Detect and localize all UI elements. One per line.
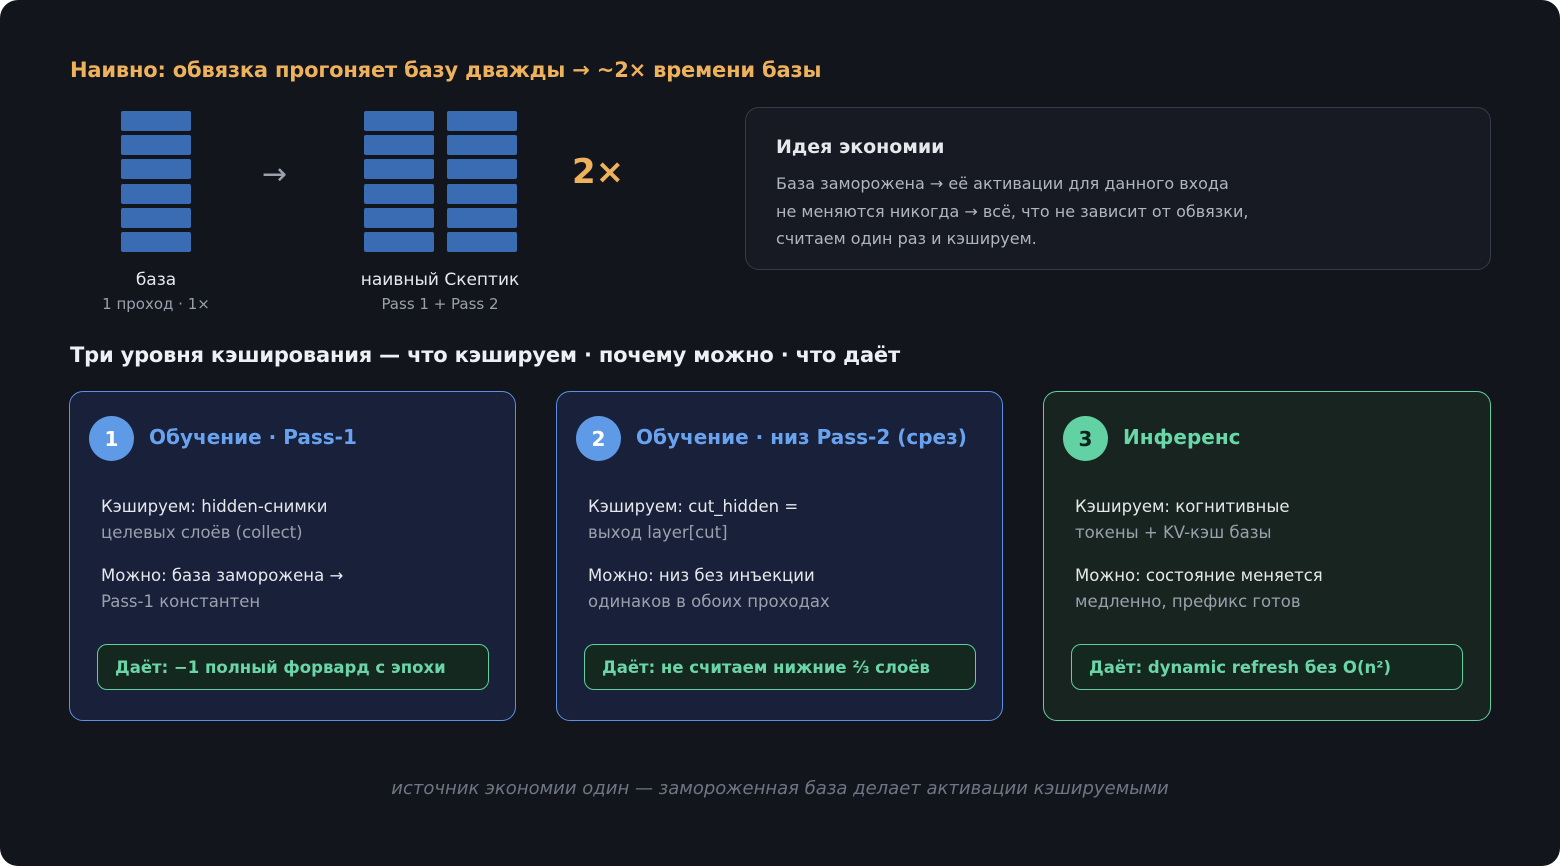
- idea-line: База заморожена → её активации для данно…: [776, 174, 1229, 193]
- pass2-layer: [447, 135, 517, 156]
- levels-heading: Три уровня кэширования — что кэшируем · …: [70, 343, 900, 367]
- pass1-layer-stack: [364, 111, 434, 256]
- idea-line: считаем один раз и кэшируем.: [776, 229, 1037, 248]
- cache-level-card-2: 2 Обучение · низ Pass-2 (срез) Кэшируем:…: [556, 391, 1003, 721]
- base-layer: [121, 207, 191, 228]
- cache-what: Кэшируем: cut_hidden =: [588, 497, 799, 516]
- base-subtitle: 1 проход · 1×: [102, 295, 210, 313]
- cache-level-card-1: 1 Обучение · Pass-1 Кэшируем: hidden-сни…: [69, 391, 516, 721]
- pass1-layer: [364, 111, 434, 131]
- cache-why-detail: одинаков в обоих проходах: [588, 592, 830, 611]
- naive-heading: Наивно: обвязка прогоняет базу дважды → …: [70, 58, 822, 82]
- footer-note: источник экономии один — замороженная ба…: [391, 778, 1169, 799]
- pass1-layer: [364, 159, 434, 180]
- naive-label: наивный Скептик Pass 1 + Pass 2: [320, 270, 560, 313]
- base-layer-stack: [121, 111, 191, 256]
- base-label: база 1 проход · 1×: [36, 270, 276, 313]
- right-arrow-icon: →: [262, 157, 288, 192]
- cache-level-card-3: 3 Инференс Кэшируем: когнитивные токены …: [1043, 391, 1491, 721]
- gives-box: Даёт: −1 полный форвард с эпохи: [97, 644, 489, 690]
- naive-title: наивный Скептик: [360, 270, 520, 290]
- cache-what: Кэшируем: когнитивные: [1075, 497, 1290, 516]
- idea-title: Идея экономии: [776, 136, 945, 158]
- idea-body: База заморожена → её активации для данно…: [776, 170, 1460, 253]
- level-number-badge: 1: [89, 416, 134, 461]
- pass2-layer: [447, 159, 517, 180]
- cache-why-detail: Pass-1 константен: [101, 592, 261, 611]
- card-title: Обучение · низ Pass-2 (срез): [636, 425, 967, 449]
- base-title: база: [135, 270, 177, 290]
- gives-box: Даёт: не считаем нижние ⅔ слоёв: [584, 644, 976, 690]
- pass2-layer: [447, 207, 517, 228]
- cache-why: Можно: состояние меняется: [1075, 566, 1323, 585]
- pass1-layer: [364, 231, 434, 252]
- card-title: Инференс: [1123, 425, 1241, 449]
- cache-what-detail: целевых слоёв (collect): [101, 523, 303, 542]
- cache-what-detail: выход layer[cut]: [588, 523, 728, 542]
- pass2-layer: [447, 183, 517, 204]
- level-number-badge: 3: [1063, 416, 1108, 461]
- pass1-layer: [364, 183, 434, 204]
- base-layer: [121, 135, 191, 156]
- idea-line: не меняются никогда → всё, что не зависи…: [776, 201, 1249, 221]
- pass1-layer: [364, 207, 434, 228]
- pass2-layer: [447, 231, 517, 252]
- cache-why: Можно: низ без инъекции: [588, 566, 815, 585]
- idea-box: Идея экономии База заморожена → её актив…: [745, 107, 1491, 270]
- base-layer: [121, 231, 191, 252]
- pass2-layer-stack: [447, 111, 517, 256]
- base-layer: [121, 111, 191, 131]
- cache-why: Можно: база заморожена →: [101, 566, 344, 585]
- gives-box: Даёт: dynamic refresh без O(n²): [1071, 644, 1463, 690]
- level-number-badge: 2: [576, 416, 621, 461]
- multiplier-label: 2×: [572, 152, 625, 192]
- base-layer: [121, 159, 191, 180]
- cache-why-detail: медленно, префикс готов: [1075, 592, 1301, 611]
- cache-what-detail: токены + KV-кэш базы: [1075, 523, 1272, 542]
- diagram-canvas: Наивно: обвязка прогоняет базу дважды → …: [0, 0, 1560, 866]
- pass2-layer: [447, 111, 517, 131]
- base-layer: [121, 183, 191, 204]
- card-title: Обучение · Pass-1: [149, 425, 357, 449]
- cache-what: Кэшируем: hidden-снимки: [101, 497, 328, 516]
- pass1-layer: [364, 135, 434, 156]
- naive-subtitle: Pass 1 + Pass 2: [381, 295, 499, 313]
